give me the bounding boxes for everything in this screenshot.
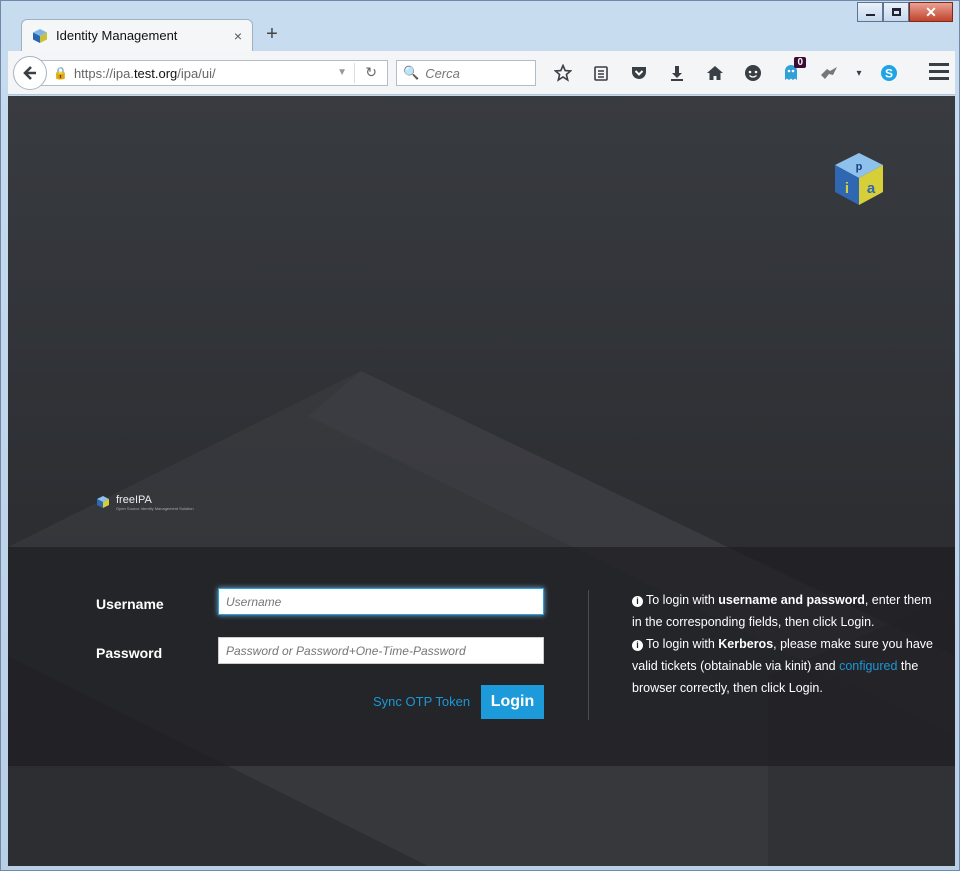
login-button[interactable]: Login: [481, 685, 544, 719]
login-panel: Username Password Sync OTP Token Login i…: [8, 547, 955, 766]
ghostery-icon[interactable]: 0: [772, 57, 810, 88]
home-icon[interactable]: [696, 58, 734, 88]
freeipa-tagline: Open Source Identity Management Solution: [116, 506, 194, 511]
ipa-logo: p i a: [835, 153, 883, 205]
help-text: To login with: [646, 637, 719, 651]
minimize-button[interactable]: [857, 2, 883, 22]
password-label: Password: [96, 645, 163, 661]
ipa-cube-icon: [33, 28, 47, 43]
download-icon[interactable]: [658, 58, 696, 88]
svg-text:p: p: [856, 161, 863, 173]
browser-window: ✕ Identity Management × + 🔒 https://ipa.…: [0, 0, 960, 871]
freeipa-name: freeIPA: [116, 494, 152, 506]
back-arrow-icon: [23, 66, 36, 80]
lock-icon: 🔒: [53, 66, 68, 80]
reload-icon[interactable]: ↻: [365, 64, 377, 81]
search-input[interactable]: 🔍 Cerca: [396, 60, 536, 86]
configured-link[interactable]: configured: [839, 659, 897, 673]
hamburger-menu-icon[interactable]: [929, 63, 949, 83]
sync-otp-token-link[interactable]: Sync OTP Token: [373, 694, 470, 709]
username-label: Username: [96, 596, 164, 612]
extension-icon[interactable]: [810, 58, 848, 88]
password-input[interactable]: [218, 637, 544, 664]
help-text: To login with: [646, 593, 719, 607]
panel-divider: [588, 590, 589, 720]
svg-text:i: i: [845, 180, 849, 197]
notification-badge: 0: [794, 57, 806, 68]
svg-text:a: a: [867, 180, 876, 197]
svg-text:S: S: [885, 67, 893, 81]
login-page: p i a freeIPA Open Source Identity Manag…: [8, 96, 955, 866]
back-button[interactable]: [13, 56, 47, 90]
help-bold: username and password: [718, 593, 865, 607]
browser-toolbar: 🔒 https://ipa. test.org/ipa/ui/ ▼ ↻ 🔍 Cer…: [8, 51, 955, 95]
toolbar-icons: 0 ▾ S: [544, 51, 908, 95]
skype-icon[interactable]: S: [870, 58, 908, 88]
freeipa-cube-icon: [97, 496, 109, 508]
url-dropdown-icon[interactable]: ▼: [337, 67, 347, 78]
tab-identity-management[interactable]: Identity Management ×: [21, 19, 253, 51]
help-paragraph-kerberos: i To login with Kerberos, please make sur…: [632, 633, 942, 699]
tab-close-icon[interactable]: ×: [234, 28, 242, 44]
url-bar[interactable]: 🔒 https://ipa. test.org/ipa/ui/ ▼ ↻: [38, 60, 388, 86]
help-bold: Kerberos: [718, 637, 774, 651]
bookmark-star-icon[interactable]: [544, 58, 582, 88]
search-icon: 🔍: [403, 65, 420, 80]
info-icon: i: [632, 596, 643, 607]
username-input[interactable]: [218, 588, 544, 615]
chat-icon[interactable]: [734, 58, 772, 88]
url-separator: [354, 63, 355, 83]
url-path: /ipa/ui/: [177, 65, 216, 81]
reading-list-icon[interactable]: [582, 58, 620, 88]
url-domain: test.org: [133, 65, 178, 81]
login-help-text: i To login with username and password, en…: [632, 589, 942, 699]
info-icon: i: [632, 640, 643, 651]
pocket-icon[interactable]: [620, 58, 658, 88]
window-close-button[interactable]: ✕: [909, 2, 953, 22]
maximize-button[interactable]: [883, 2, 909, 22]
extension-dropdown-icon[interactable]: ▾: [848, 58, 870, 88]
new-tab-button[interactable]: +: [263, 23, 281, 46]
window-controls: ✕: [857, 2, 953, 22]
url-prefix: https://ipa.: [73, 65, 134, 81]
freeipa-brand: freeIPA Open Source Identity Management …: [96, 494, 194, 512]
help-paragraph-password: i To login with username and password, en…: [632, 589, 942, 633]
tab-title: Identity Management: [56, 28, 178, 43]
search-placeholder: Cerca: [425, 65, 460, 81]
